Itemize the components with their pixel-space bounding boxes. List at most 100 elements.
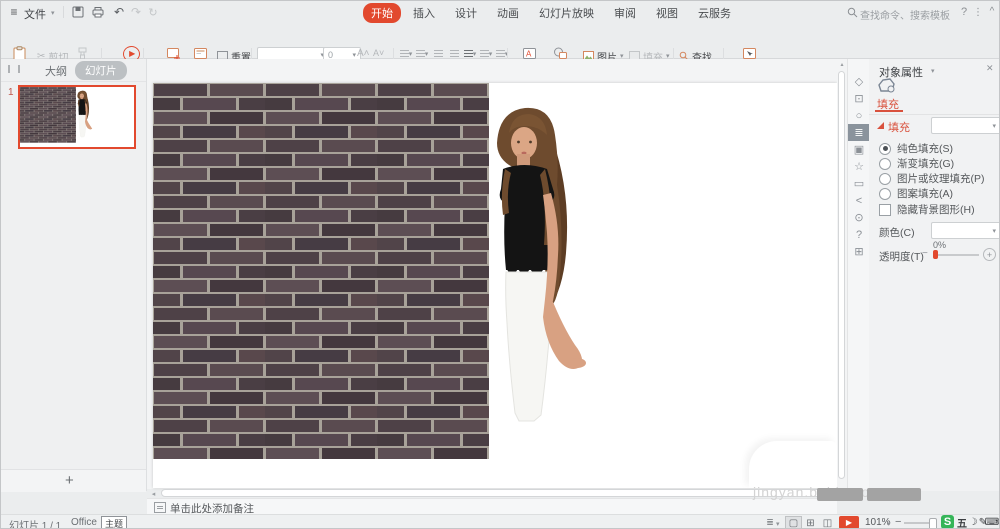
slides-panel-header: 大纲 幻灯片	[1, 59, 146, 82]
scroll-left-arrow-icon[interactable]: ◂	[149, 489, 158, 498]
radio-icon	[879, 158, 891, 170]
slide-thumbnail[interactable]	[18, 85, 136, 149]
zoom-out-button[interactable]: −	[895, 516, 901, 528]
tab-animation[interactable]: 动画	[489, 3, 527, 23]
tab-cloud[interactable]: 云服务	[690, 3, 739, 23]
opacity-plus-button[interactable]: +	[983, 248, 996, 261]
slides-panel: 大纲 幻灯片 1 +	[1, 59, 147, 491]
radio-icon	[879, 143, 891, 155]
slide-sorter-view-button[interactable]: ⊞	[802, 516, 819, 529]
tab-slideshow[interactable]: 幻灯片放映	[531, 3, 602, 23]
help-panel-icon[interactable]: ?	[848, 226, 870, 243]
sogou-wrench-icon[interactable]	[996, 517, 1000, 528]
hide-background-checkbox[interactable]: 隐藏背景图形(H)	[879, 202, 975, 217]
fill-type-combo[interactable]: ▾	[931, 117, 1000, 134]
object-properties-panel-icon[interactable]: ≣	[848, 124, 870, 141]
opacity-minus-button[interactable]: −	[922, 248, 928, 259]
tab-review[interactable]: 审阅	[606, 3, 644, 23]
color-combo[interactable]: ▾	[931, 222, 1000, 239]
tab-home[interactable]: 开始	[363, 3, 401, 23]
fill-section-label: 填充	[888, 119, 910, 135]
history-panel-icon[interactable]: ⊙	[848, 209, 870, 226]
collapse-ribbon-icon[interactable]: ^	[986, 5, 998, 17]
wps-presentation-window: ≡ 文件 ▾ ↶ ↷ ↻ 开始 插入 设计 动画 幻灯片放映 审阅 视图 云服务…	[0, 0, 1000, 529]
media-panel-icon[interactable]: ▭	[848, 175, 870, 192]
fill-option-solid[interactable]: 纯色填充(S)	[879, 141, 953, 156]
opacity-slider-handle[interactable]	[933, 250, 938, 259]
vertical-scrollbar[interactable]: ▴	[837, 59, 847, 489]
horizontal-scrollbar[interactable]: ◂	[149, 489, 837, 498]
tab-insert[interactable]: 插入	[405, 3, 443, 23]
slides-tab[interactable]: 幻灯片	[75, 61, 127, 80]
slideshow-play-button[interactable]: ▶	[839, 516, 859, 529]
more-icon[interactable]: ⋮	[973, 6, 983, 18]
shrink-font-button[interactable]: A˅	[373, 48, 384, 58]
outline-tab[interactable]: 大纲	[45, 63, 67, 79]
horizontal-scroll-thumb[interactable]	[161, 489, 833, 497]
slide-indicator: 幻灯片 1 / 1	[9, 517, 61, 529]
notes-toggle-caret-icon[interactable]: ▾	[776, 520, 780, 528]
panel-close-icon[interactable]: ✕	[986, 63, 994, 74]
ribbon-tabs: 开始 插入 设计 动画 幻灯片放映 审阅 视图 云服务	[363, 3, 739, 23]
refresh-icon[interactable]: ↻	[146, 5, 160, 19]
normal-view-button[interactable]: ▢	[785, 516, 802, 529]
notes-bar: 单击此处添加备注	[147, 498, 837, 515]
file-menu[interactable]: 文件	[24, 6, 46, 22]
scroll-up-arrow-icon[interactable]: ▴	[838, 60, 846, 68]
sogou-moon-icon[interactable]: ☽	[968, 516, 978, 528]
layout-panel-icon[interactable]: ⊡	[848, 90, 870, 107]
opacity-value: 0%	[933, 240, 946, 250]
slide-photo[interactable]	[153, 83, 837, 488]
slide-number: 1	[8, 87, 14, 98]
notes-toggle-icon[interactable]: ≣	[764, 517, 776, 528]
vertical-scroll-thumb[interactable]	[838, 71, 845, 479]
title-bar: ≡ 文件 ▾ ↶ ↷ ↻ 开始 插入 设计 动画 幻灯片放映 审阅 视图 云服务…	[1, 1, 999, 23]
zoom-caret-icon[interactable]: ▾	[887, 520, 891, 528]
grow-font-button[interactable]: A˄	[357, 48, 370, 59]
redo-icon[interactable]: ↷	[129, 5, 143, 19]
panel-grid-icon[interactable]	[8, 65, 20, 73]
shape-panel-icon[interactable]: ○	[848, 107, 870, 124]
print-icon[interactable]	[91, 5, 105, 19]
panel-title-caret-icon[interactable]: ▾	[931, 67, 935, 75]
fill-option-pattern[interactable]: 图案填充(A)	[879, 186, 953, 201]
add-slide-button[interactable]: +	[65, 472, 74, 489]
opacity-slider-track[interactable]	[933, 254, 979, 256]
apps-panel-icon[interactable]: ⊞	[848, 243, 870, 260]
fill-option-gradient[interactable]: 渐变填充(G)	[879, 156, 954, 171]
file-menu-caret-icon[interactable]: ▾	[51, 9, 55, 17]
tab-design[interactable]: 设计	[447, 3, 485, 23]
panel-divider	[869, 114, 999, 115]
sogou-wubi-icon[interactable]: 五	[956, 516, 968, 528]
share-panel-icon[interactable]: <	[848, 192, 870, 209]
ribbon: 粘贴▾ ✂剪切 复制 格式刷 ▶ 从当前开始▾ 新建幻灯片▾ 版式▾ 重置	[1, 23, 999, 59]
opacity-label: 透明度(T)	[879, 249, 924, 264]
checkbox-icon	[879, 204, 891, 216]
sogou-logo-icon[interactable]: S	[941, 515, 954, 529]
command-search-input[interactable]: 查找命令、搜索模板	[860, 7, 950, 22]
reading-view-button[interactable]: ◫	[819, 516, 836, 529]
radio-icon	[879, 173, 891, 185]
search-icon[interactable]	[846, 6, 858, 18]
hamburger-menu-icon[interactable]: ≡	[7, 5, 21, 19]
section-collapse-icon[interactable]	[877, 122, 884, 129]
favorites-panel-icon[interactable]: ☆	[848, 158, 870, 175]
tab-view[interactable]: 视图	[648, 3, 686, 23]
radio-icon	[879, 188, 891, 200]
theme-badge: 主题	[101, 516, 127, 529]
watermark-badge	[817, 488, 863, 501]
quick-format-icon[interactable]: ◇	[848, 73, 870, 90]
add-slide-bar: +	[1, 469, 146, 492]
save-icon[interactable]	[71, 5, 85, 19]
zoom-slider-handle[interactable]	[929, 518, 937, 529]
notes-icon	[154, 502, 166, 513]
clipboard-panel-icon[interactable]: ▣	[848, 141, 870, 158]
fill-option-picture[interactable]: 图片或纹理填充(P)	[879, 171, 985, 186]
theme-name: Office	[71, 517, 97, 528]
fill-tab-underline	[875, 110, 903, 112]
slide-editing-surface[interactable]	[153, 83, 837, 488]
status-bar: 幻灯片 1 / 1 Office 主题 ≣ ▾ ▢ ⊞ ◫ ▶ 101% ▾ −…	[1, 514, 999, 529]
help-icon[interactable]: ?	[958, 6, 970, 18]
undo-icon[interactable]: ↶	[112, 5, 126, 19]
color-label: 颜色(C)	[879, 225, 915, 240]
